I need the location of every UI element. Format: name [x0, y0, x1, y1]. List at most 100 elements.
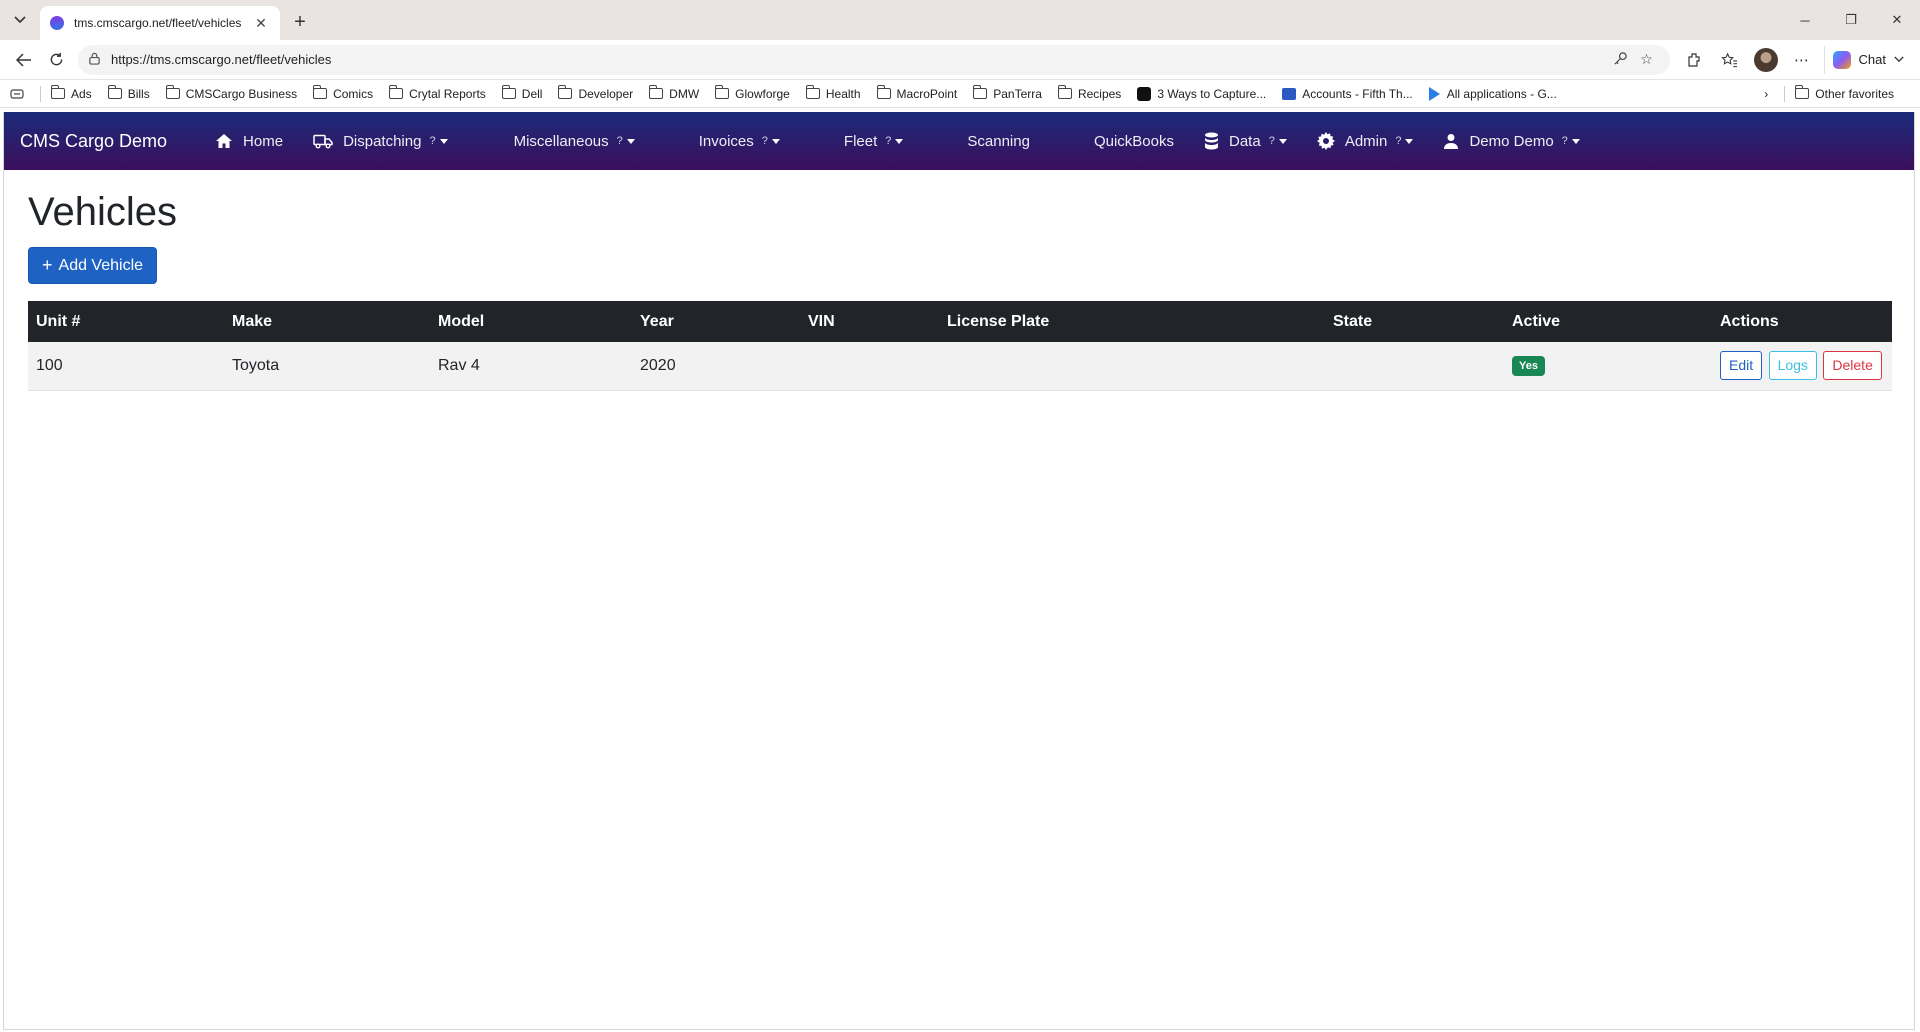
back-button[interactable]	[8, 44, 40, 76]
gear-icon	[1316, 132, 1335, 150]
bookmarks-overflow-chevron-icon[interactable]: ›	[1764, 87, 1768, 101]
plus-icon: +	[42, 255, 53, 275]
nav-admin[interactable]: Admin ?	[1316, 132, 1414, 150]
caret-down-icon	[1571, 138, 1580, 144]
nav-data[interactable]: Data ?	[1204, 132, 1287, 150]
site-info-icon[interactable]	[88, 52, 101, 68]
bookmark-comics[interactable]: Comics	[313, 85, 373, 101]
bookmark-developer[interactable]: Developer	[558, 85, 633, 101]
cell-year: 2020	[632, 342, 800, 391]
more-options-icon[interactable]: ⋯	[1784, 44, 1820, 76]
cell-actions: Edit Logs Delete	[1712, 342, 1892, 391]
bookmark-macropoint[interactable]: MacroPoint	[876, 85, 957, 101]
column-header-unit[interactable]: Unit #	[28, 301, 224, 342]
profile-button[interactable]	[1748, 44, 1784, 76]
avatar	[1753, 47, 1778, 72]
nav-fleet[interactable]: Fleet ?	[844, 133, 904, 150]
chevron-down-icon	[1894, 56, 1904, 63]
help-question-icon: ?	[616, 135, 623, 147]
main-content: Vehicles + Add Vehicle Unit # Make Model…	[4, 170, 1914, 391]
nav-quickbooks[interactable]: QuickBooks	[1094, 133, 1174, 150]
help-question-icon: ?	[761, 135, 768, 147]
reload-icon	[50, 52, 62, 66]
folder-icon	[1795, 85, 1810, 99]
add-vehicle-button[interactable]: + Add Vehicle	[28, 247, 158, 284]
cell-state	[1325, 342, 1504, 391]
chevron-down-icon	[14, 16, 26, 24]
column-header-state[interactable]: State	[1325, 301, 1504, 342]
column-header-model[interactable]: Model	[430, 301, 632, 342]
home-icon	[216, 134, 233, 148]
caret-down-icon	[771, 138, 780, 144]
extensions-icon[interactable]	[1676, 44, 1712, 76]
table-header-row: Unit # Make Model Year VIN License Plate…	[28, 301, 1892, 342]
bookmark-ads[interactable]: Ads	[51, 85, 92, 101]
favorites-icon[interactable]	[1712, 44, 1748, 76]
bookmark-dell[interactable]: Dell	[501, 85, 542, 101]
folder-icon	[51, 85, 65, 99]
cell-unit: 100	[28, 342, 224, 391]
cell-make: Toyota	[224, 342, 430, 391]
browser-toolbar: https://tms.cmscargo.net/fleet/vehicles …	[0, 40, 1920, 80]
bookmark-health[interactable]: Health	[805, 85, 861, 101]
edit-button[interactable]: Edit	[1720, 351, 1763, 381]
column-header-license-plate[interactable]: License Plate	[939, 301, 1325, 342]
nav-invoices[interactable]: Invoices ?	[699, 133, 780, 150]
bookmark-panterra[interactable]: PanTerra	[973, 85, 1042, 101]
column-header-year[interactable]: Year	[632, 301, 800, 342]
tab-list-dropdown[interactable]	[6, 6, 34, 34]
folder-icon	[165, 85, 180, 99]
column-header-vin[interactable]: VIN	[800, 301, 939, 342]
nav-miscellaneous[interactable]: Miscellaneous ?	[514, 133, 635, 150]
nav-dispatching[interactable]: Dispatching ?	[313, 133, 448, 150]
folder-icon	[1057, 85, 1072, 99]
folder-icon	[973, 85, 988, 99]
column-header-active[interactable]: Active	[1504, 301, 1712, 342]
restore-icon[interactable]: ❐	[1828, 0, 1874, 40]
nav-home[interactable]: Home	[215, 133, 283, 150]
bookmark-crytal-reports[interactable]: Crytal Reports	[389, 85, 486, 101]
bookmark-all-applications[interactable]: All applications - G...	[1428, 86, 1557, 101]
logs-button[interactable]: Logs	[1768, 351, 1817, 381]
table-row: 100 Toyota Rav 4 2020 Yes Edit Logs Dele…	[28, 342, 1892, 391]
bookmark-bills[interactable]: Bills	[107, 85, 150, 101]
main-navbar: CMS Cargo Demo Home Dispatching ? Miscel…	[4, 112, 1914, 170]
nav-user-menu[interactable]: Demo Demo ?	[1443, 133, 1580, 150]
bookmarks-separator	[1784, 85, 1786, 102]
address-bar[interactable]: https://tms.cmscargo.net/fleet/vehicles …	[78, 44, 1670, 75]
site-favicon-icon	[50, 16, 64, 30]
bookmark-cmscargo-business[interactable]: CMSCargo Business	[165, 85, 297, 101]
help-question-icon: ?	[1395, 135, 1402, 147]
reload-button[interactable]	[40, 44, 72, 76]
bookmark-glowforge[interactable]: Glowforge	[715, 85, 790, 101]
favorite-star-icon[interactable]: ☆	[1634, 51, 1660, 68]
browser-tabstrip: tms.cmscargo.net/fleet/vehicles ✕ + ─ ❐ …	[0, 0, 1920, 40]
browser-tab-active[interactable]: tms.cmscargo.net/fleet/vehicles ✕	[40, 6, 280, 40]
collections-icon[interactable]	[10, 88, 24, 100]
copilot-icon	[1832, 50, 1851, 69]
caret-down-icon	[1278, 138, 1287, 144]
column-header-actions: Actions	[1712, 301, 1892, 342]
close-tab-icon[interactable]: ✕	[252, 15, 270, 32]
minimize-icon[interactable]: ─	[1782, 0, 1828, 40]
delete-button[interactable]: Delete	[1823, 351, 1882, 381]
brand-link[interactable]: CMS Cargo Demo	[20, 131, 167, 152]
bookmark-accounts[interactable]: Accounts - Fifth Th...	[1282, 87, 1413, 101]
bookmark-recipes[interactable]: Recipes	[1057, 85, 1121, 101]
close-window-icon[interactable]: ✕	[1874, 0, 1920, 40]
folder-icon	[313, 85, 328, 99]
status-badge: Yes	[1512, 355, 1545, 376]
column-header-make[interactable]: Make	[224, 301, 430, 342]
folder-icon	[107, 85, 122, 99]
database-icon	[1205, 132, 1218, 150]
copilot-chat-button[interactable]: Chat	[1823, 45, 1912, 74]
cell-vin	[800, 342, 939, 391]
bookmark-dmw[interactable]: DMW	[649, 85, 699, 101]
key-icon[interactable]	[1608, 51, 1634, 69]
new-tab-button[interactable]: +	[286, 8, 314, 36]
user-icon	[1444, 134, 1459, 149]
bookmark-other-favorites[interactable]: Other favorites	[1795, 85, 1894, 101]
window-controls: ─ ❐ ✕	[1782, 0, 1920, 40]
nav-scanning[interactable]: Scanning	[967, 133, 1030, 150]
bookmark-3-ways[interactable]: 3 Ways to Capture...	[1137, 86, 1266, 101]
